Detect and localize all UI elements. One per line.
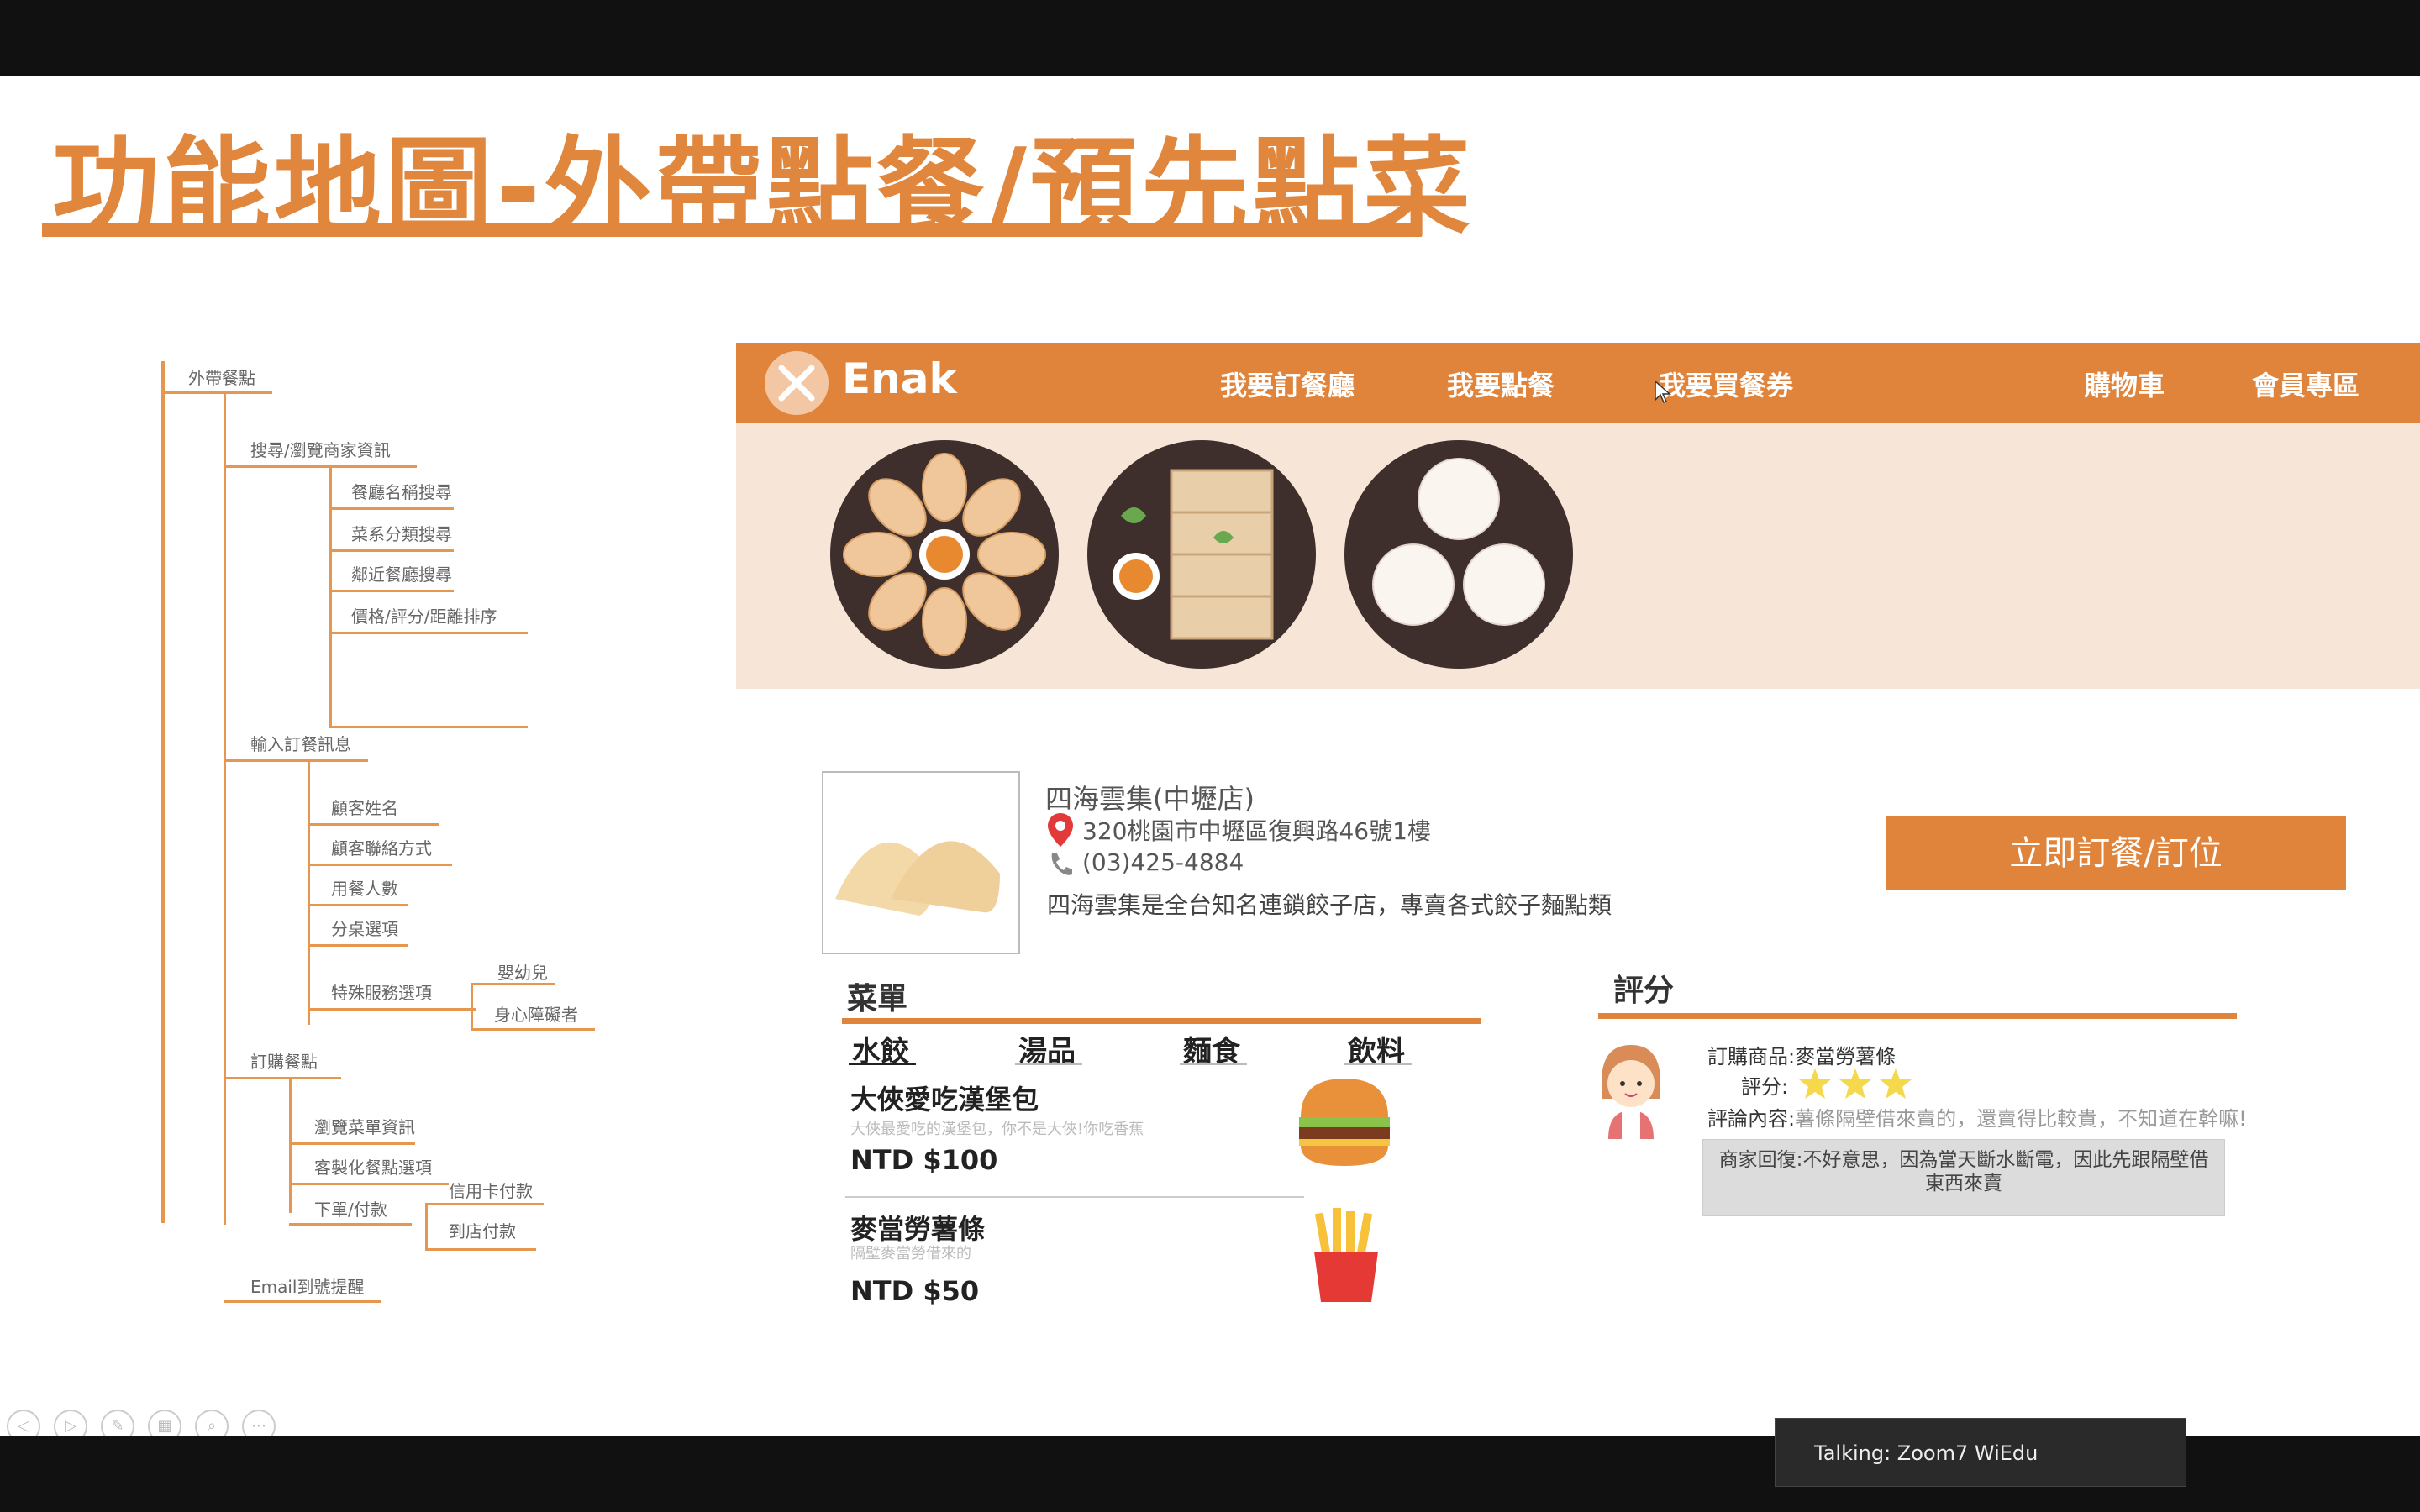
- mouse-cursor-icon: [1655, 380, 1671, 403]
- mm-info-4: 分桌選項: [331, 919, 398, 939]
- nav-buy-voucher[interactable]: 我要買餐券: [1659, 365, 1793, 403]
- review-content-label: 評論內容:: [1707, 1107, 1796, 1131]
- star-rating-icon: [1799, 1068, 1912, 1099]
- shop-image: [822, 771, 1020, 954]
- review-content: 評論內容:薯條隔壁借來賣的，還賣得比較貴，不知道在幹嘛!: [1707, 1102, 2247, 1131]
- buns-dish-icon: [1344, 440, 1573, 669]
- menu-item-price: NTD $50: [850, 1275, 980, 1307]
- menu-title: 菜單: [847, 982, 908, 1016]
- mm-search-4: 價格/評分/距離排序: [351, 606, 497, 627]
- mm-search-2: 菜系分類搜尋: [351, 524, 452, 544]
- nav-book-restaurant[interactable]: 我要訂餐廳: [1220, 365, 1355, 403]
- mm-search-1: 餐廳名稱搜尋: [351, 482, 452, 502]
- nav-order-food[interactable]: 我要點餐: [1447, 365, 1555, 403]
- menu-item-desc: 大俠最愛吃的漢堡包，你不是大俠!你吃香蕉: [850, 1121, 1144, 1138]
- mm-pay-2: 到店付款: [449, 1221, 516, 1242]
- mm-pay-1: 信用卡付款: [449, 1181, 533, 1201]
- review-content-text: 薯條隔壁借來賣的，還賣得比較貴，不知道在幹嘛!: [1795, 1107, 2247, 1131]
- logo-fork-knife-icon: [765, 351, 829, 415]
- site-navbar: Enak 我要訂餐廳 我要點餐 我要買餐券 購物車 會員專區: [736, 343, 2420, 423]
- mm-info-3: 用餐人數: [331, 879, 398, 899]
- mm-order-3: 下單/付款: [314, 1200, 387, 1220]
- burger-icon: [1299, 1079, 1390, 1166]
- shop-description: 四海雲集是全台知名連鎖餃子店，專賣各式餃子麵點類: [1047, 891, 1612, 919]
- menu-item-price: NTD $100: [850, 1144, 998, 1176]
- website-mockup: Enak 我要訂餐廳 我要點餐 我要買餐券 購物車 會員專區 四海雲集(中壢店)…: [736, 343, 2420, 1334]
- merchant-reply: 商家回復:不好意思，因為當天斷水斷電，因此先跟隔壁借東西來賣: [1702, 1139, 2225, 1216]
- mm-l1-email: Email到號提醒: [250, 1277, 365, 1297]
- mm-info-5: 特殊服務選項: [331, 983, 432, 1003]
- presentation-slide: 功能地圖-外帶點餐/預先點菜 外帶餐點 搜尋/瀏覽商家資訊 餐廳名稱搜尋 菜系分…: [0, 76, 2420, 1443]
- menu-title-underline: [842, 1018, 1481, 1024]
- mm-search-3: 鄰近餐廳搜尋: [351, 564, 452, 585]
- mm-info-1: 顧客姓名: [331, 798, 398, 818]
- nav-member[interactable]: 會員專區: [2252, 365, 2360, 403]
- dumplings-dish-icon: [830, 440, 1059, 669]
- fries-icon: [1314, 1208, 1378, 1302]
- feature-mindmap: 外帶餐點 搜尋/瀏覽商家資訊 餐廳名稱搜尋 菜系分類搜尋 鄰近餐廳搜尋 價格/評…: [151, 361, 622, 1319]
- mm-l1-orderinfo: 輸入訂餐訊息: [250, 734, 351, 754]
- review-title-underline: [1598, 1013, 2237, 1019]
- review-product: 訂購商品:麥當勞薯條: [1707, 1045, 1897, 1068]
- reviewer-avatar: [1602, 1045, 1660, 1139]
- shop-name: 四海雲集(中壢店): [1045, 783, 1255, 815]
- menu-item-name[interactable]: 大俠愛吃漢堡包: [850, 1079, 1039, 1117]
- order-now-button[interactable]: 立即訂餐/訂位: [1886, 816, 2346, 890]
- review-title: 評分: [1613, 974, 1675, 1008]
- title-underline: [42, 223, 1422, 237]
- mm-order-2: 客製化餐點選項: [314, 1158, 432, 1178]
- video-top-bar: [0, 0, 2420, 76]
- mm-l1-search: 搜尋/瀏覽商家資訊: [250, 440, 391, 460]
- mm-special-1: 嬰幼兒: [497, 963, 548, 983]
- mm-order-1: 瀏覽菜單資訊: [314, 1117, 415, 1137]
- review-rating-label: 評分:: [1741, 1075, 1789, 1099]
- phone-icon: [1051, 853, 1072, 875]
- menu-item-desc: 隔壁麥當勞借來的: [850, 1245, 971, 1263]
- shop-address: 320桃園市中壢區復興路46號1樓: [1082, 817, 1431, 845]
- nav-cart[interactable]: 購物車: [2084, 365, 2165, 403]
- location-pin-icon: [1048, 813, 1073, 847]
- mm-info-2: 顧客聯絡方式: [331, 838, 432, 858]
- scallion-pancake-dish-icon: [1087, 440, 1316, 669]
- talking-indicator: Talking: Zoom7 WiEdu: [1775, 1418, 2186, 1487]
- site-logo[interactable]: Enak: [842, 354, 957, 403]
- mm-l1-order: 訂購餐點: [250, 1052, 318, 1072]
- mm-special-2: 身心障礙者: [494, 1005, 578, 1025]
- shop-phone: (03)425-4884: [1082, 848, 1244, 876]
- mm-root: 外帶餐點: [188, 368, 255, 388]
